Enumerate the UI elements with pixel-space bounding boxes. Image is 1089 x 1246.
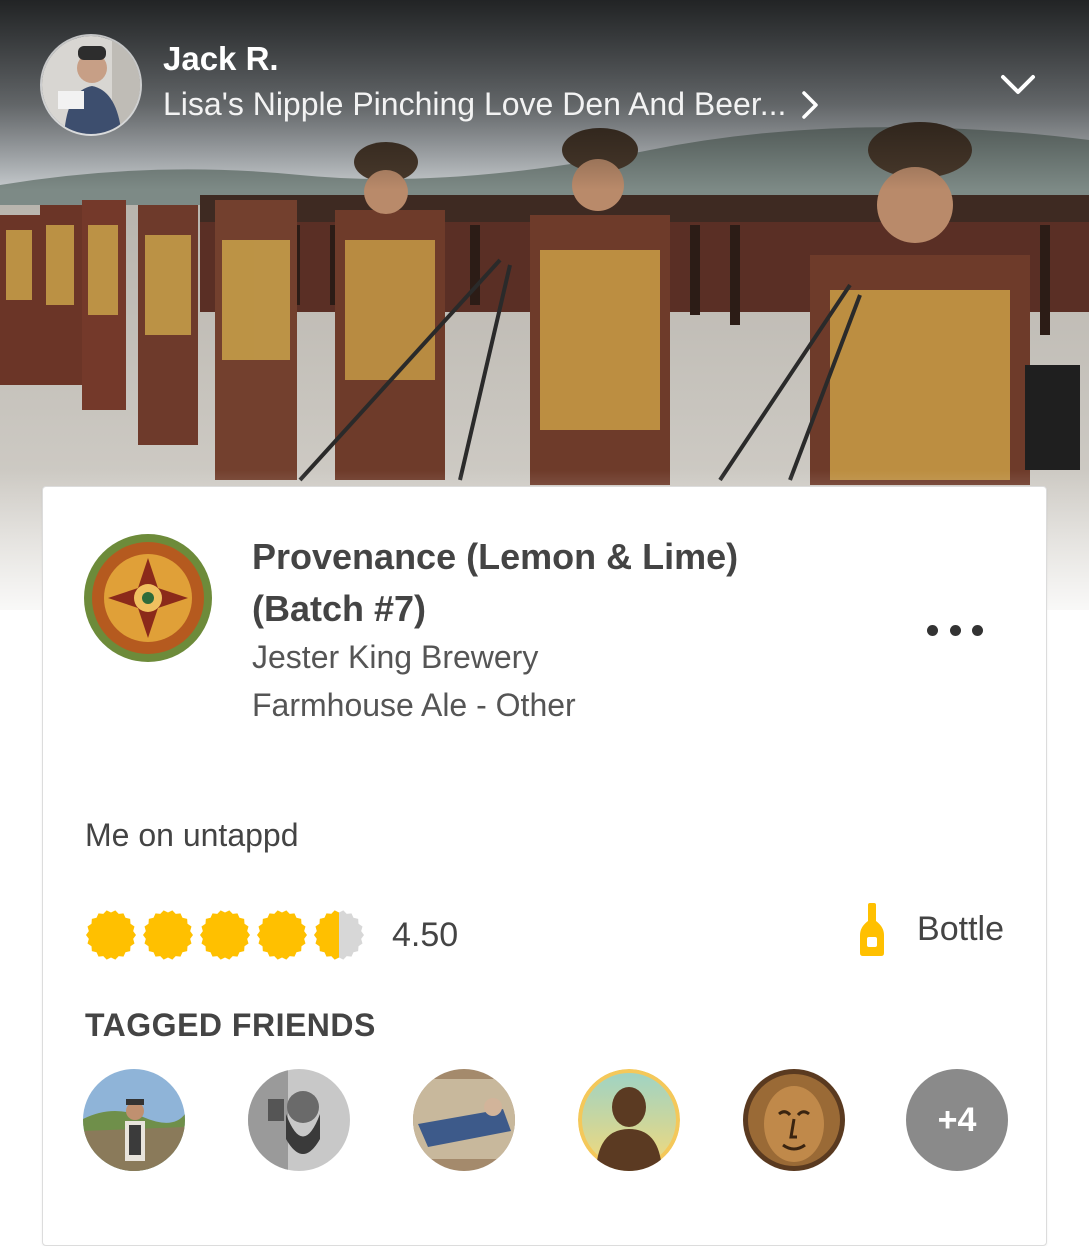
cap-icon	[86, 910, 136, 960]
beer-name[interactable]: Provenance (Lemon & Lime) (Batch #7)	[252, 531, 822, 635]
beer-name-line1: Provenance (Lemon & Lime)	[252, 536, 739, 577]
checkin-card: Provenance (Lemon & Lime) (Batch #7) Jes…	[42, 486, 1047, 1246]
friend-avatar[interactable]	[83, 1069, 185, 1171]
tagged-friends-list: +4	[83, 1069, 1008, 1173]
venue-link[interactable]: Lisa's Nipple Pinching Love Den And Beer…	[163, 86, 820, 123]
friend-avatar[interactable]	[578, 1069, 680, 1171]
more-dots-icon[interactable]	[927, 613, 983, 647]
cap-half-icon	[314, 910, 364, 960]
cap-icon	[257, 910, 307, 960]
chevron-right-icon	[802, 90, 819, 119]
rating-value: 4.50	[392, 915, 459, 954]
friend-avatar-icon	[248, 1069, 350, 1171]
chevron-down-icon[interactable]	[998, 70, 1038, 98]
more-friends-button[interactable]: +4	[906, 1069, 1008, 1171]
beer-label-icon	[84, 534, 212, 662]
dot	[972, 624, 983, 636]
beer-name-line2: (Batch #7)	[252, 588, 427, 629]
beer-style: Farmhouse Ale - Other	[252, 687, 576, 723]
friend-avatar-icon	[743, 1069, 845, 1171]
friend-avatar[interactable]	[743, 1069, 845, 1171]
friend-avatar-icon	[413, 1069, 515, 1171]
bottle-icon	[860, 903, 885, 956]
beer-label-logo[interactable]	[83, 533, 213, 663]
rating: 4.50	[85, 909, 458, 961]
serving-type: Bottle	[857, 901, 1004, 957]
friend-avatar-icon	[83, 1069, 185, 1171]
cap-icon	[200, 910, 250, 960]
checkin-header: Jack R. Lisa's Nipple Pinching Love Den …	[0, 0, 1089, 150]
cap-icon	[143, 910, 193, 960]
tagged-friends-title: TAGGED FRIENDS	[85, 1007, 376, 1043]
checkin-comment: Me on untappd	[85, 817, 299, 853]
user-avatar-icon	[42, 36, 140, 134]
friend-avatar[interactable]	[413, 1069, 515, 1171]
brewery-name[interactable]: Jester King Brewery	[252, 639, 538, 676]
venue-name: Lisa's Nipple Pinching Love Den And Beer…	[163, 86, 787, 122]
user-name[interactable]: Jack R.	[163, 40, 279, 78]
default-user-icon	[578, 1069, 680, 1171]
serving-label: Bottle	[917, 909, 1004, 948]
friend-avatar[interactable]	[248, 1069, 350, 1171]
dot	[949, 624, 961, 636]
dot	[927, 624, 938, 636]
user-avatar[interactable]	[40, 34, 142, 136]
